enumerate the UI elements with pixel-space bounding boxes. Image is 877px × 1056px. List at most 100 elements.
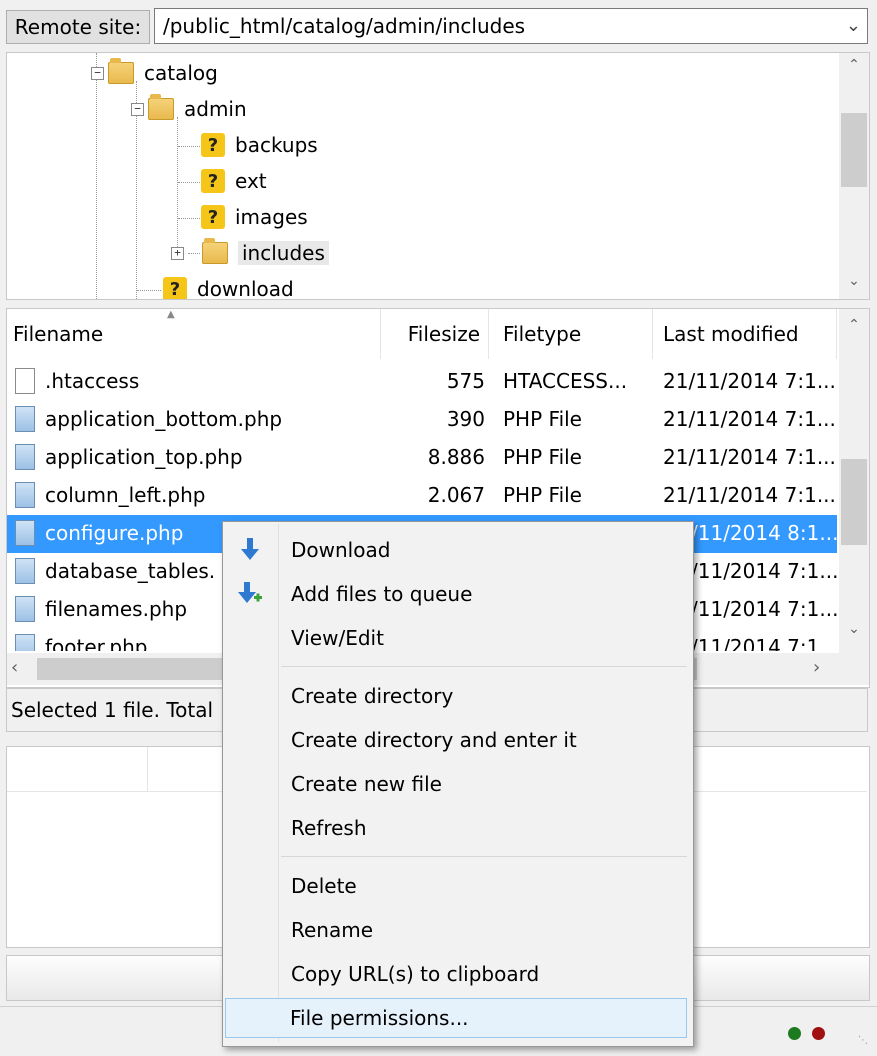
column-header-modified[interactable]: Last modified [653, 309, 837, 359]
tree-item-download[interactable]: ? download [163, 273, 294, 300]
file-type: PHP File [503, 407, 582, 431]
file-modified: 21/11/2014 7:1... [663, 407, 836, 431]
menu-item-copy-url[interactable]: Copy URL(s) to clipboard [225, 954, 687, 994]
menu-item-add-to-queue[interactable]: Add files to queue [225, 574, 687, 614]
menu-item-label: Create directory and enter it [291, 728, 577, 752]
file-name: footer.php [45, 635, 148, 651]
tree-item-includes[interactable]: + includes [171, 237, 329, 269]
file-list-scrollbar[interactable]: ⌃ ⌄ [839, 309, 869, 653]
directory-tree: − catalog − admin ? backups ? ext ? imag… [6, 52, 870, 300]
menu-item-label: View/Edit [291, 626, 384, 650]
file-row[interactable]: application_bottom.php 390 PHP File 21/1… [7, 401, 837, 439]
column-divider [147, 747, 148, 791]
tree-item-label: download [197, 277, 294, 300]
status-led-green [788, 1027, 801, 1040]
tree-item-images[interactable]: ? images [201, 201, 308, 233]
menu-item-create-directory[interactable]: Create directory [225, 676, 687, 716]
menu-separator [281, 666, 687, 667]
tree-connector [177, 117, 178, 257]
unknown-folder-icon: ? [163, 277, 187, 299]
php-file-icon [15, 444, 35, 470]
tree-item-ext[interactable]: ? ext [201, 165, 267, 197]
file-name: database_tables. [45, 559, 216, 583]
menu-item-create-file[interactable]: Create new file [225, 764, 687, 804]
file-size: 390 [446, 407, 485, 431]
php-file-icon [15, 406, 35, 432]
file-row[interactable]: .htaccess 575 HTACCESS... 21/11/2014 7:1… [7, 363, 837, 401]
column-header-label: Filename [13, 322, 104, 346]
tree-connector [178, 182, 200, 183]
column-header-filename[interactable]: Filename ▲ [7, 309, 381, 359]
file-modified: /11/2014 7:1... [691, 597, 839, 621]
file-row[interactable]: application_top.php 8.886 PHP File 21/11… [7, 439, 837, 477]
php-file-icon [15, 558, 35, 584]
menu-item-label: Create directory [291, 684, 454, 708]
scroll-right-icon[interactable]: › [813, 657, 820, 678]
resize-grip-icon[interactable]: ⋱ [858, 1035, 868, 1046]
file-size: 2.067 [427, 483, 485, 507]
menu-item-file-permissions[interactable]: File permissions... [225, 998, 687, 1038]
scrollbar-thumb[interactable] [841, 459, 867, 545]
scrollbar-thumb[interactable] [841, 113, 867, 187]
file-modified: 21/11/2014 7:1... [663, 369, 836, 393]
menu-item-view-edit[interactable]: View/Edit [225, 618, 687, 658]
tree-item-label: images [235, 205, 308, 229]
selection-status-text: Selected 1 file. Total [11, 698, 214, 722]
menu-item-download[interactable]: Download [225, 530, 687, 570]
file-name: column_left.php [45, 483, 206, 507]
scroll-up-icon[interactable]: ⌃ [839, 317, 869, 333]
scroll-down-icon[interactable]: ⌄ [839, 273, 869, 289]
file-row[interactable]: column_left.php 2.067 PHP File 21/11/201… [7, 477, 837, 515]
download-arrow-icon [241, 538, 259, 560]
file-modified: /11/2014 8:1... [691, 521, 839, 545]
menu-item-label: Download [291, 538, 391, 562]
file-name: configure.php [45, 521, 184, 545]
menu-item-label: File permissions... [290, 1006, 469, 1030]
tree-item-label: backups [235, 133, 318, 157]
column-header-filesize[interactable]: Filesize [381, 309, 489, 359]
chevron-down-icon[interactable]: ⌄ [846, 15, 861, 36]
file-name: application_bottom.php [45, 407, 283, 431]
tree-connector [96, 53, 97, 299]
expand-icon[interactable]: + [171, 246, 184, 260]
tree-connector [137, 290, 161, 291]
scroll-left-icon[interactable]: ‹ [11, 657, 18, 678]
menu-item-delete[interactable]: Delete [225, 866, 687, 906]
tree-scrollbar[interactable]: ⌃ ⌄ [839, 53, 869, 299]
file-modified: /11/2014 7:1... [691, 559, 839, 583]
menu-item-refresh[interactable]: Refresh [225, 808, 687, 848]
file-name: .htaccess [45, 369, 140, 393]
scroll-down-icon[interactable]: ⌄ [839, 621, 869, 637]
tree-item-label: admin [184, 97, 247, 121]
file-size: 8.886 [427, 445, 485, 469]
menu-item-label: Create new file [291, 772, 442, 796]
file-type: HTACCESS... [503, 369, 628, 393]
collapse-icon[interactable]: − [91, 66, 104, 80]
remote-site-label: Remote site: [6, 10, 150, 44]
tree-connector [188, 252, 200, 254]
tree-item-backups[interactable]: ? backups [201, 129, 318, 161]
context-menu: Download Add files to queue View/Edit Cr… [222, 521, 694, 1047]
file-name: application_top.php [45, 445, 243, 469]
scroll-up-icon[interactable]: ⌃ [839, 57, 869, 73]
php-file-icon [15, 634, 35, 651]
file-size: 575 [446, 369, 485, 393]
menu-item-rename[interactable]: Rename [225, 910, 687, 950]
tree-item-admin[interactable]: − admin [131, 93, 247, 125]
menu-item-label: Refresh [291, 816, 367, 840]
collapse-icon[interactable]: − [131, 102, 144, 116]
menu-item-label: Copy URL(s) to clipboard [291, 962, 540, 986]
menu-item-create-directory-enter[interactable]: Create directory and enter it [225, 720, 687, 760]
tree-item-catalog[interactable]: − catalog [91, 57, 218, 89]
remote-path-value: /public_html/catalog/admin/includes [163, 14, 526, 38]
column-header-label: Filetype [503, 322, 582, 346]
column-header-filetype[interactable]: Filetype [489, 309, 653, 359]
add-to-queue-icon [238, 582, 262, 603]
remote-path-combobox[interactable]: /public_html/catalog/admin/includes ⌄ [154, 8, 868, 44]
column-header-label: Filesize [407, 322, 480, 346]
unknown-folder-icon: ? [201, 169, 225, 193]
tree-item-label: ext [235, 169, 267, 193]
unknown-folder-icon: ? [201, 205, 225, 229]
php-file-icon [15, 482, 35, 508]
php-file-icon [15, 520, 35, 546]
